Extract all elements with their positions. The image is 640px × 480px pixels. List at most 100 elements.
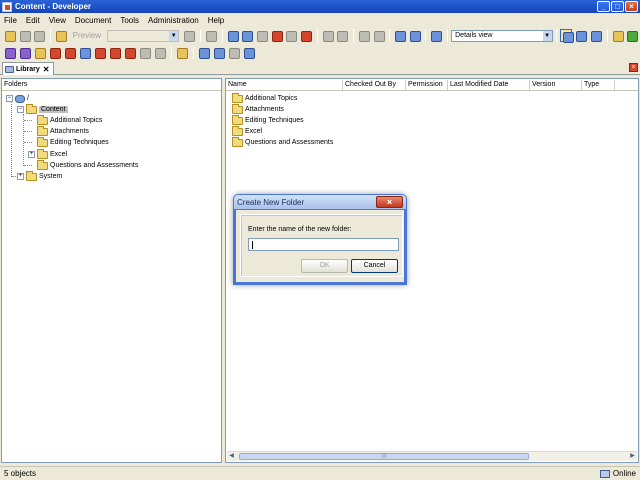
tree-item-attachments[interactable]: Attachments	[37, 125, 89, 137]
check-in-icon[interactable]	[227, 46, 240, 59]
list-item[interactable]: Additional Topics	[232, 92, 297, 104]
paste-icon[interactable]	[255, 29, 268, 42]
refresh-icon[interactable]	[625, 29, 638, 42]
spellcheck-icon[interactable]	[408, 29, 421, 42]
window-close-button[interactable]: ×	[625, 1, 638, 12]
column-header-version[interactable]: Version	[532, 79, 555, 91]
tree-item-additional-topics[interactable]: Additional Topics	[37, 114, 102, 126]
tree-item-questions-and-assessments[interactable]: Questions and Assessments	[37, 159, 138, 171]
dialog-close-button[interactable]: ×	[376, 196, 403, 208]
new-topic-icon[interactable]	[33, 46, 46, 59]
folder-up-icon[interactable]	[611, 29, 624, 42]
menu-administration[interactable]: Administration	[148, 16, 199, 25]
column-divider[interactable]	[447, 80, 448, 90]
close-icon[interactable]: ✕	[43, 65, 50, 74]
save-all-icon[interactable]	[32, 29, 45, 42]
tree-item-editing-techniques[interactable]: Editing Techniques	[37, 136, 109, 148]
export-icon[interactable]	[212, 46, 225, 59]
new-section-icon[interactable]	[18, 46, 31, 59]
column-header-name[interactable]: Name	[228, 79, 247, 91]
outline-icon[interactable]	[204, 29, 217, 42]
minimize-button[interactable]: _	[597, 1, 610, 12]
list-item[interactable]: Editing Techniques	[232, 114, 304, 126]
column-divider[interactable]	[405, 80, 406, 90]
preview-mode-select[interactable]: ▼	[107, 29, 180, 42]
new-package-icon[interactable]	[63, 46, 76, 59]
tree-line	[11, 101, 12, 177]
new-role-icon[interactable]	[93, 46, 106, 59]
column-header-type[interactable]: Type	[584, 79, 599, 91]
expand-icon[interactable]: +	[28, 151, 35, 158]
new-dropdown-icon[interactable]	[153, 46, 166, 59]
redo-icon[interactable]	[335, 29, 348, 42]
list-item[interactable]: Attachments	[232, 103, 284, 115]
new-assessment-icon[interactable]	[108, 46, 121, 59]
expand-icon[interactable]	[357, 29, 370, 42]
check-out-icon[interactable]	[242, 46, 255, 59]
new-question-icon[interactable]	[123, 46, 136, 59]
dialog-title: Create New Folder	[237, 197, 305, 207]
view-select[interactable]: Details view ▼	[451, 29, 553, 42]
save-icon[interactable]	[18, 29, 31, 42]
scrollbar-thumb[interactable]: |||	[239, 453, 529, 460]
new-module-icon[interactable]	[3, 46, 16, 59]
close-all-tabs-icon[interactable]: ×	[629, 63, 638, 72]
tree-item-system[interactable]: + System	[17, 170, 62, 182]
tree-item-excel[interactable]: + Excel	[28, 148, 67, 160]
import-icon[interactable]	[197, 46, 210, 59]
open-folder-icon[interactable]	[3, 29, 16, 42]
list-item-label: Questions and Assessments	[245, 139, 334, 146]
collapse-icon[interactable]	[372, 29, 385, 42]
delete-icon[interactable]	[270, 29, 283, 42]
collapse-icon[interactable]: −	[6, 95, 13, 102]
menu-edit[interactable]: Edit	[26, 16, 40, 25]
window-title-bar[interactable]: Content - Developer _ □ ×	[0, 0, 640, 13]
properties-icon[interactable]	[182, 29, 195, 42]
list-item[interactable]: Excel	[232, 125, 262, 137]
preview-button[interactable]: Preview	[69, 31, 105, 40]
column-divider[interactable]	[529, 80, 530, 90]
new-glossary-icon[interactable]	[78, 46, 91, 59]
link-icon[interactable]	[175, 46, 188, 59]
menu-document[interactable]: Document	[75, 16, 111, 25]
toolbar-separator	[199, 29, 201, 42]
dialog-title-bar[interactable]: Create New Folder ×	[233, 194, 407, 210]
layout-vertical-icon[interactable]	[589, 29, 602, 42]
menu-view[interactable]: View	[49, 16, 66, 25]
undo-icon[interactable]	[321, 29, 334, 42]
layout-details-icon[interactable]	[559, 29, 574, 43]
column-divider[interactable]	[581, 80, 582, 90]
column-header-last-modified-date[interactable]: Last Modified Date	[450, 79, 508, 91]
new-web-page-icon[interactable]	[48, 46, 61, 59]
copy-icon[interactable]	[240, 29, 253, 42]
binoculars-icon[interactable]	[393, 29, 406, 42]
help-icon[interactable]	[429, 29, 443, 42]
tree-item-content[interactable]: − Content	[17, 103, 68, 115]
publish-icon[interactable]	[54, 29, 67, 42]
toolbar-separator	[171, 46, 172, 59]
menu-help[interactable]: Help	[208, 16, 224, 25]
new-document-icon[interactable]	[138, 46, 151, 59]
rename-icon[interactable]	[284, 29, 297, 42]
layout-horizontal-icon[interactable]	[574, 29, 587, 42]
horizontal-scrollbar[interactable]: ◀ ||| ▶	[227, 451, 637, 461]
column-header-permission[interactable]: Permission	[408, 79, 443, 91]
cancel-button[interactable]: Cancel	[351, 259, 398, 273]
cut-icon[interactable]	[226, 29, 239, 42]
tree-root[interactable]: − /	[6, 93, 29, 104]
menu-tools[interactable]: Tools	[120, 16, 139, 25]
expand-icon[interactable]: +	[17, 173, 24, 180]
list-item[interactable]: Questions and Assessments	[232, 136, 334, 148]
menu-file[interactable]: File	[4, 16, 17, 25]
column-divider[interactable]	[342, 80, 343, 90]
scroll-right-icon[interactable]: ▶	[628, 452, 637, 461]
find-icon[interactable]	[299, 29, 312, 42]
folder-name-input[interactable]	[248, 238, 399, 251]
ok-button[interactable]: OK	[301, 259, 348, 273]
tab-library[interactable]: Library ✕	[2, 62, 54, 75]
collapse-icon[interactable]: −	[17, 106, 24, 113]
column-header-checked-out-by[interactable]: Checked Out By	[345, 79, 396, 91]
column-divider[interactable]	[614, 80, 615, 90]
scroll-left-icon[interactable]: ◀	[227, 452, 236, 461]
maximize-button[interactable]: □	[611, 1, 624, 12]
